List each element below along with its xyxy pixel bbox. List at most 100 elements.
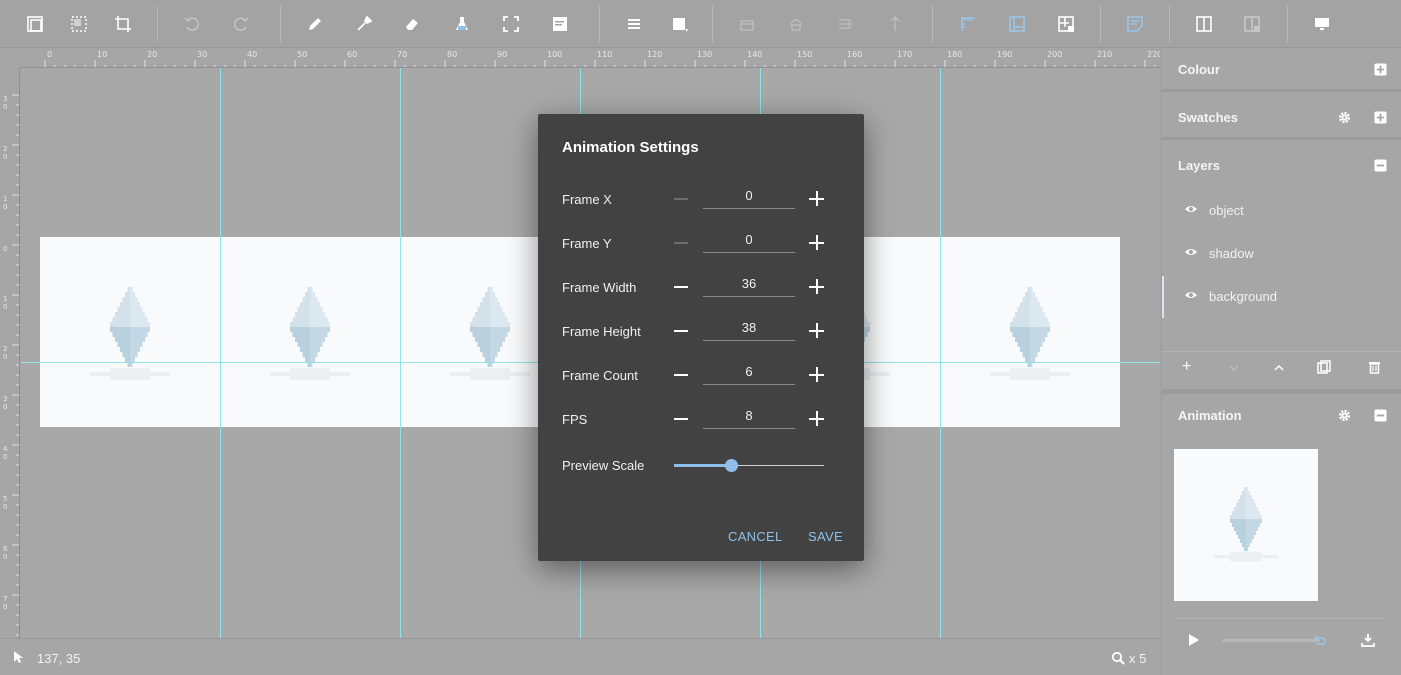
colour-panel-title: Colour (1178, 62, 1220, 77)
cursor-icon (14, 651, 23, 663)
field-input[interactable] (703, 403, 795, 429)
minus-icon (674, 418, 688, 420)
undo-icon[interactable] (180, 12, 204, 36)
animation-panel-header[interactable]: Animation (1162, 394, 1401, 438)
increment-button[interactable] (807, 321, 827, 341)
color-square-icon[interactable] (668, 12, 692, 36)
transform-icon[interactable] (833, 12, 857, 36)
increment-button[interactable] (807, 189, 827, 209)
preview-scale-slider-thumb[interactable] (724, 459, 738, 472)
new-document-icon[interactable] (23, 12, 47, 36)
field-input[interactable] (703, 183, 795, 209)
decrement-button[interactable] (672, 365, 692, 385)
crop-icon[interactable] (111, 12, 135, 36)
layer-item-shadow[interactable]: shadow (1162, 233, 1401, 273)
move-layer-down-icon[interactable] (1228, 362, 1240, 374)
toolbar-divider (932, 6, 933, 42)
increment-button[interactable] (807, 233, 827, 253)
split-lock-icon[interactable] (1240, 12, 1264, 36)
decrement-button[interactable] (672, 233, 692, 253)
animation-preview-frame (1214, 487, 1278, 562)
decrement-button[interactable] (672, 189, 692, 209)
ruler-label: 50 (297, 50, 308, 59)
eye-icon[interactable] (1184, 202, 1198, 216)
grid-lock-icon[interactable] (1054, 12, 1078, 36)
collapse-minus-icon[interactable] (1373, 408, 1387, 422)
right-panel: Colour Swatches Layers object shadow backg… (1161, 48, 1401, 675)
minus-icon (674, 374, 688, 376)
zoom-icon[interactable] (1111, 651, 1125, 665)
toolbar-divider (157, 6, 158, 42)
swatches-panel-title: Swatches (1178, 110, 1238, 125)
rotate-icon[interactable] (784, 12, 808, 36)
ruler-label: 60 (3, 545, 8, 561)
sticky-note-icon[interactable] (1123, 12, 1147, 36)
collapse-minus-icon[interactable] (1373, 158, 1387, 172)
move-layer-up-icon[interactable] (1273, 362, 1285, 374)
monitor-icon[interactable] (1310, 12, 1334, 36)
eraser-icon[interactable] (400, 12, 424, 36)
ruler-label: 220 (1147, 50, 1160, 59)
flip-horizontal-icon[interactable] (735, 12, 759, 36)
sprite-frame (90, 287, 170, 380)
sprite-frame (1214, 487, 1278, 562)
gear-icon[interactable] (1337, 110, 1351, 124)
fullscreen-icon[interactable] (499, 12, 523, 36)
zoom-level: x 5 (1129, 651, 1147, 666)
increment-button[interactable] (807, 409, 827, 429)
ruler-label: 30 (3, 95, 8, 111)
layer-item-object[interactable]: object (1162, 190, 1401, 230)
decrement-button[interactable] (672, 321, 692, 341)
menu-lines-icon[interactable] (622, 12, 646, 36)
eye-icon[interactable] (1184, 288, 1198, 302)
redo-icon[interactable] (229, 12, 253, 36)
download-icon[interactable] (1361, 633, 1375, 647)
loop-icon[interactable] (1312, 633, 1326, 647)
ruler-label: 70 (397, 50, 408, 59)
duplicate-layer-icon[interactable] (1317, 360, 1331, 374)
eye-icon[interactable] (1184, 245, 1198, 259)
field-input[interactable] (703, 271, 795, 297)
notes-icon[interactable] (548, 12, 572, 36)
eyedropper-icon[interactable] (352, 12, 376, 36)
animation-progress-bar[interactable] (1222, 639, 1320, 642)
expand-plus-icon[interactable] (1373, 62, 1387, 76)
expand-plus-icon[interactable] (1373, 110, 1387, 124)
divider (1162, 351, 1401, 352)
layer-name: object (1209, 203, 1244, 218)
decrement-button[interactable] (672, 409, 692, 429)
field-input[interactable] (703, 227, 795, 253)
preview-scale-label: Preview Scale (562, 458, 645, 473)
layers-panel-header[interactable]: Layers (1162, 144, 1401, 188)
selection-icon[interactable] (67, 12, 91, 36)
colour-panel-header[interactable]: Colour (1162, 48, 1401, 92)
ruler-label: 180 (947, 50, 963, 59)
status-bar: 137, 35 x 5 (0, 638, 1160, 675)
ruler-label: 10 (97, 50, 108, 59)
swatches-panel-header[interactable]: Swatches (1162, 96, 1401, 140)
ruler-label: 40 (247, 50, 258, 59)
plus-icon (816, 411, 818, 426)
grid-layout-icon[interactable] (1005, 12, 1029, 36)
layer-item-background[interactable]: background (1162, 276, 1401, 318)
field-input[interactable] (703, 315, 795, 341)
field-input[interactable] (703, 359, 795, 385)
cancel-button[interactable]: CANCEL (728, 529, 783, 544)
decrement-button[interactable] (672, 277, 692, 297)
grid-ruler-icon[interactable] (956, 12, 980, 36)
save-button[interactable]: SAVE (808, 529, 843, 544)
animation-settings-gear-icon[interactable] (1337, 408, 1351, 422)
pencil-icon[interactable] (303, 12, 327, 36)
ruler-label: 140 (747, 50, 763, 59)
increment-button[interactable] (807, 365, 827, 385)
split-view-icon[interactable] (1192, 12, 1216, 36)
fill-bucket-icon[interactable] (450, 12, 474, 36)
frame-guide-vertical (220, 68, 221, 638)
play-icon[interactable] (1188, 633, 1200, 647)
delete-layer-icon[interactable] (1368, 360, 1381, 374)
toolbar-divider (280, 6, 281, 42)
increment-button[interactable] (807, 277, 827, 297)
add-layer-icon[interactable]: + (1182, 358, 1191, 376)
ruler-label: 0 (47, 50, 53, 59)
align-icon[interactable] (883, 12, 907, 36)
